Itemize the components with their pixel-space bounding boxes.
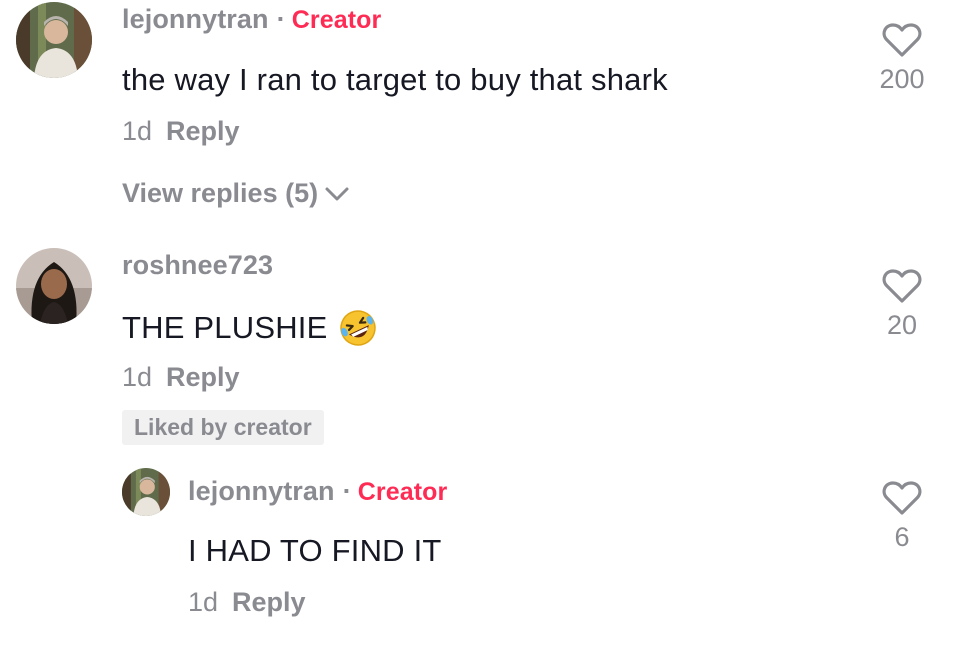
avatar[interactable] bbox=[16, 248, 92, 324]
reply-time: 1d bbox=[188, 587, 219, 617]
reply-meta: 1d Reply bbox=[188, 587, 306, 618]
like-heart-icon[interactable] bbox=[882, 480, 922, 521]
view-replies-button[interactable]: View replies (5) bbox=[122, 178, 350, 209]
liked-by-creator-badge: Liked by creator bbox=[122, 410, 324, 445]
comment-meta: 1d Reply bbox=[122, 116, 240, 147]
comment-text: the way I ran to target to buy that shar… bbox=[122, 62, 668, 97]
creator-badge: Creator bbox=[357, 478, 448, 506]
comment-time: 1d bbox=[122, 362, 153, 392]
separator-dot: · bbox=[276, 4, 286, 34]
creator-badge: Creator bbox=[291, 6, 382, 34]
separator-dot: · bbox=[342, 476, 352, 506]
like-count: 20 bbox=[886, 310, 918, 340]
like-heart-icon[interactable] bbox=[882, 268, 922, 309]
username-text[interactable]: lejonnytran bbox=[122, 4, 269, 34]
view-replies-label: View replies (5) bbox=[122, 178, 319, 208]
like-count: 200 bbox=[879, 64, 925, 94]
username-text[interactable]: lejonnytran bbox=[188, 476, 335, 506]
reply-text: I HAD TO FIND IT bbox=[188, 533, 442, 568]
comment-time: 1d bbox=[122, 116, 153, 146]
rolling-on-floor-laughing-icon bbox=[337, 307, 379, 349]
comment-username[interactable]: lejonnytran · Creator bbox=[122, 4, 381, 35]
comment-username[interactable]: roshnee723 bbox=[122, 250, 273, 281]
like-heart-icon[interactable] bbox=[882, 22, 922, 63]
reply-button[interactable]: Reply bbox=[166, 362, 240, 392]
comment-meta: 1d Reply bbox=[122, 362, 240, 393]
username-text[interactable]: roshnee723 bbox=[122, 250, 273, 280]
reply-button[interactable]: Reply bbox=[166, 116, 240, 146]
reply-username[interactable]: lejonnytran · Creator bbox=[188, 476, 447, 507]
like-count: 6 bbox=[894, 522, 910, 552]
avatar[interactable] bbox=[122, 468, 170, 516]
chevron-down-icon bbox=[324, 185, 350, 203]
avatar[interactable] bbox=[16, 2, 92, 78]
reply-button[interactable]: Reply bbox=[232, 587, 306, 617]
comment-text-content: THE PLUSHIE bbox=[122, 310, 328, 345]
comment-text: THE PLUSHIE bbox=[122, 307, 379, 349]
